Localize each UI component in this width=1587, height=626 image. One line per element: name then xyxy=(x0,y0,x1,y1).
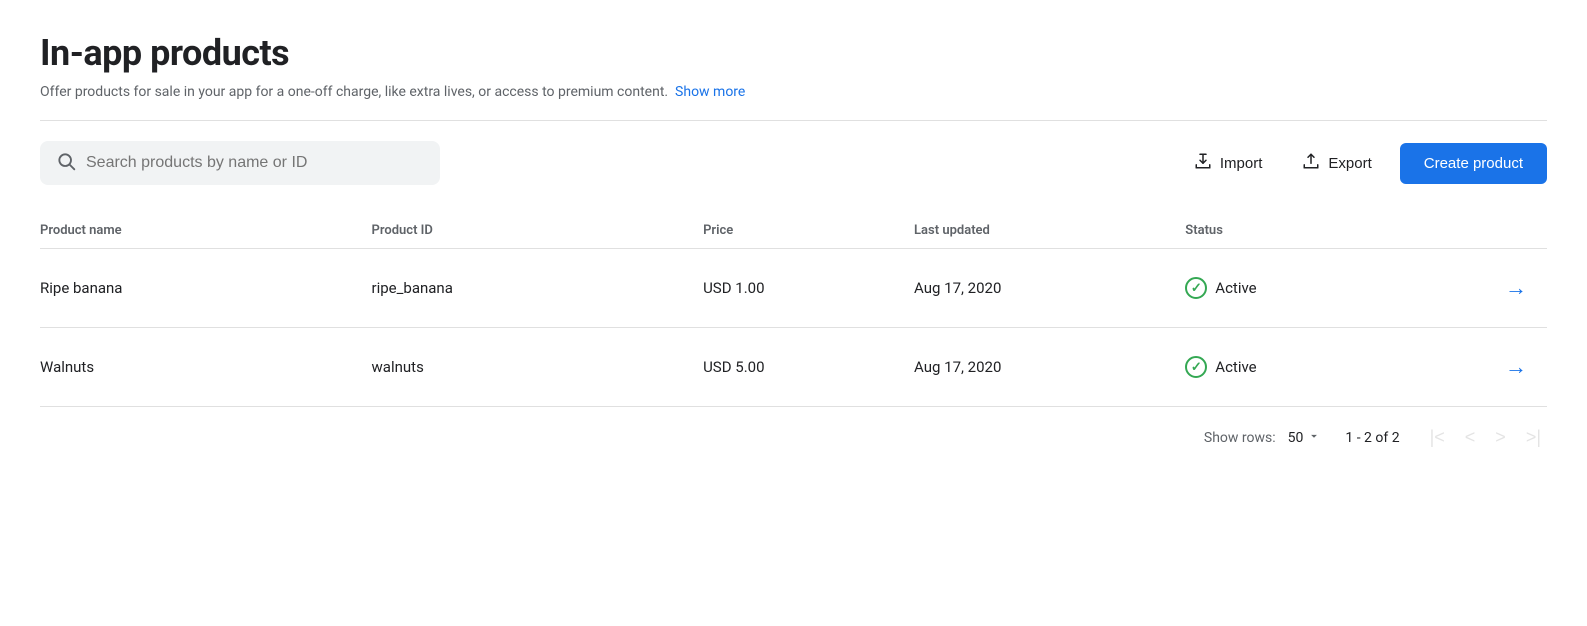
create-product-button[interactable]: Create product xyxy=(1400,143,1547,184)
pagination-row: Show rows: 50 1 - 2 of 2 |< < > >| xyxy=(40,407,1547,456)
table-row: Walnuts walnuts USD 5.00 Aug 17, 2020 ✓ … xyxy=(40,328,1547,407)
export-icon xyxy=(1302,152,1320,174)
cell-name-0: Ripe banana xyxy=(40,249,372,328)
header-divider xyxy=(40,120,1547,121)
rows-select[interactable]: 50 xyxy=(1288,429,1322,447)
import-icon xyxy=(1194,152,1212,174)
status-active-icon-0: ✓ xyxy=(1185,277,1207,299)
import-label: Import xyxy=(1220,155,1263,172)
cell-id-0: ripe_banana xyxy=(372,249,704,328)
cell-status-0: ✓ Active xyxy=(1185,249,1426,328)
export-button[interactable]: Export xyxy=(1290,144,1383,182)
table-row: Ripe banana ripe_banana USD 1.00 Aug 17,… xyxy=(40,249,1547,328)
page-container: In-app products Offer products for sale … xyxy=(0,0,1587,480)
col-header-status: Status xyxy=(1185,213,1426,249)
col-header-id: Product ID xyxy=(372,213,704,249)
products-table: Product name Product ID Price Last updat… xyxy=(40,213,1547,407)
prev-page-button[interactable]: < xyxy=(1459,423,1482,452)
col-header-updated: Last updated xyxy=(914,213,1185,249)
cell-action-0: → xyxy=(1426,249,1547,328)
first-page-button[interactable]: |< xyxy=(1424,423,1451,452)
page-subtitle: Offer products for sale in your app for … xyxy=(40,84,1547,100)
col-header-name: Product name xyxy=(40,213,372,249)
cell-updated-0: Aug 17, 2020 xyxy=(914,249,1185,328)
row-detail-button-1[interactable]: → xyxy=(1497,350,1535,384)
col-header-price: Price xyxy=(703,213,914,249)
cell-updated-1: Aug 17, 2020 xyxy=(914,328,1185,407)
pagination-range: 1 - 2 of 2 xyxy=(1345,430,1399,446)
export-label: Export xyxy=(1328,155,1371,172)
rows-dropdown-icon xyxy=(1307,429,1321,447)
import-button[interactable]: Import xyxy=(1182,144,1275,182)
search-input[interactable] xyxy=(86,154,424,172)
cell-price-1: USD 5.00 xyxy=(703,328,914,407)
rows-label: Show rows: xyxy=(1204,430,1276,446)
row-detail-button-0[interactable]: → xyxy=(1497,271,1535,305)
cell-name-1: Walnuts xyxy=(40,328,372,407)
next-page-button[interactable]: > xyxy=(1489,423,1512,452)
page-title: In-app products xyxy=(40,32,1547,74)
cell-status-1: ✓ Active xyxy=(1185,328,1426,407)
status-active-icon-1: ✓ xyxy=(1185,356,1207,378)
status-label-1: Active xyxy=(1215,358,1256,376)
status-label-0: Active xyxy=(1215,279,1256,297)
search-box xyxy=(40,141,440,185)
toolbar: Import Export Create product xyxy=(40,141,1547,185)
search-icon xyxy=(56,151,76,175)
cell-action-1: → xyxy=(1426,328,1547,407)
col-header-action xyxy=(1426,213,1547,249)
rows-value: 50 xyxy=(1288,430,1304,446)
table-body: Ripe banana ripe_banana USD 1.00 Aug 17,… xyxy=(40,249,1547,407)
cell-id-1: walnuts xyxy=(372,328,704,407)
show-more-link[interactable]: Show more xyxy=(675,84,745,100)
cell-price-0: USD 1.00 xyxy=(703,249,914,328)
last-page-button[interactable]: >| xyxy=(1520,423,1547,452)
table-header-row: Product name Product ID Price Last updat… xyxy=(40,213,1547,249)
